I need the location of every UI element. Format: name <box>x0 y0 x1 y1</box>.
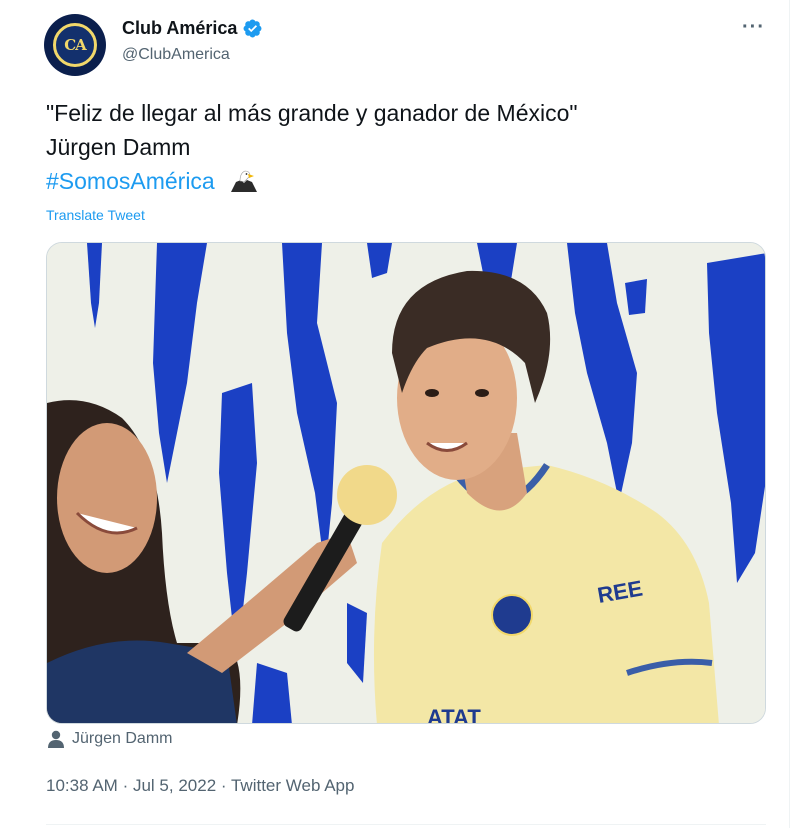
tweet-line-name: Jürgen Damm <box>46 134 191 160</box>
tweet-source[interactable]: Twitter Web App <box>231 776 354 795</box>
hashtag-link[interactable]: #SomosAmérica <box>46 168 215 194</box>
tweet-meta: 10:38 AM · Jul 5, 2022 · Twitter Web App <box>46 776 354 796</box>
tweet-date[interactable]: Jul 5, 2022 <box>133 776 216 795</box>
avatar[interactable]: CA <box>44 14 106 76</box>
person-icon <box>48 730 64 748</box>
eagle-icon <box>231 170 258 192</box>
meta-separator-2: · <box>220 776 227 795</box>
tweet-photo[interactable]: REE ATAT <box>46 242 766 724</box>
author-name-row[interactable]: Club América <box>122 18 263 39</box>
meta-separator-1: · <box>122 776 129 795</box>
tweet-time[interactable]: 10:38 AM <box>46 776 118 795</box>
author-name[interactable]: Club América <box>122 18 237 39</box>
tweet-line-quote: "Feliz de llegar al más grande y ganador… <box>46 100 578 126</box>
tagged-people[interactable]: Jürgen Damm <box>48 730 172 748</box>
tagged-person-name[interactable]: Jürgen Damm <box>72 730 172 748</box>
photo-illustration: REE ATAT <box>47 243 765 724</box>
avatar-initials: CA <box>64 36 87 54</box>
club-crest-icon: CA <box>53 23 97 67</box>
svg-text:ATAT: ATAT <box>427 705 481 724</box>
author-handle[interactable]: @ClubAmerica <box>122 46 230 64</box>
more-options-icon[interactable]: ··· <box>742 16 765 39</box>
divider <box>46 824 766 825</box>
verified-badge-icon <box>243 19 262 38</box>
translate-tweet-link[interactable]: Translate Tweet <box>46 207 145 223</box>
tweet-text: "Feliz de llegar al más grande y ganador… <box>46 96 766 198</box>
tweet-card: CA Club América @ClubAmerica ··· "Feliz … <box>0 0 790 828</box>
